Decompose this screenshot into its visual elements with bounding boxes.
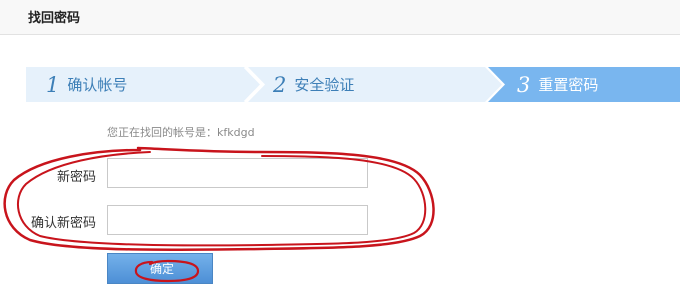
step-1-label: 确认帐号 [67, 76, 128, 94]
step-1: 1 确认帐号 [46, 67, 127, 102]
progress-steps: 1 确认帐号 2 安全验证 3 重置密码 [26, 67, 680, 102]
new-password-label: 新密码 [56, 170, 96, 185]
account-notice: 您正在找回的帐号是：kfkdgd [107, 126, 255, 139]
step-3-number: 3 [517, 72, 531, 97]
step-1-number: 1 [46, 72, 60, 97]
new-password-field[interactable] [107, 158, 368, 188]
confirm-button-label: 确定 [150, 262, 175, 276]
red-annotation-marks [3, 146, 435, 283]
page-header: 找回密码 [0, 0, 680, 35]
step-3-label: 重置密码 [538, 76, 599, 94]
step-2: 2 安全验证 [273, 67, 354, 102]
confirm-password-field[interactable] [107, 205, 368, 235]
confirm-button[interactable]: 确定 [107, 253, 213, 284]
step-3: 3 重置密码 [517, 67, 598, 102]
step-2-number: 2 [273, 72, 287, 97]
step-2-label: 安全验证 [294, 76, 355, 94]
confirm-password-label: 确认新密码 [30, 216, 96, 231]
page-title: 找回密码 [28, 11, 81, 26]
